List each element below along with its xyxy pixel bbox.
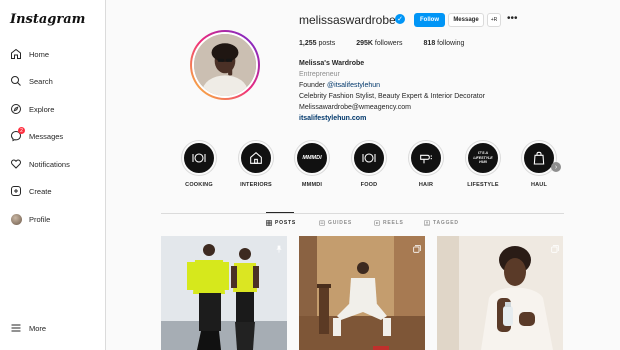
highlight-label: MMMDI bbox=[301, 182, 323, 188]
sidebar-item-create[interactable]: Create bbox=[10, 183, 52, 199]
sidebar-item-notifications[interactable]: Notifications bbox=[10, 156, 70, 172]
grid-icon bbox=[266, 220, 272, 226]
post-thumbnail[interactable] bbox=[161, 236, 287, 350]
sidebar-item-more[interactable]: More bbox=[10, 320, 46, 336]
followers-count[interactable]: 295K followers bbox=[356, 40, 402, 47]
tab-label: REELS bbox=[383, 220, 404, 226]
post-image-couple bbox=[161, 236, 287, 350]
profile-display-name: Melissa's Wardrobe bbox=[299, 60, 365, 67]
profile-username: melissaswardrobe bbox=[299, 13, 396, 27]
sidebar-item-search[interactable]: Search bbox=[10, 73, 53, 89]
tab-tagged[interactable]: TAGGED bbox=[424, 220, 459, 226]
sidebar-item-label: Messages bbox=[29, 131, 64, 141]
highlight-interiors[interactable]: INTERIORS bbox=[234, 141, 278, 188]
bio-line-email: Melissawardrobe@wmeagency.com bbox=[299, 104, 412, 111]
pin-icon bbox=[275, 240, 283, 253]
tab-label: POSTS bbox=[275, 220, 296, 226]
messenger-icon: 2 bbox=[10, 127, 25, 142]
tab-guides[interactable]: GUIDES bbox=[319, 220, 352, 226]
tab-divider bbox=[161, 213, 564, 214]
highlight-cooking[interactable]: COOKING bbox=[177, 141, 221, 188]
post-image-beauty bbox=[437, 236, 563, 350]
message-button[interactable]: Message bbox=[448, 13, 484, 27]
highlight-lifestyle[interactable]: IT'S A LIFESTYLE HUN LIFESTYLE bbox=[461, 141, 505, 188]
carousel-icon bbox=[413, 240, 421, 253]
tab-posts[interactable]: POSTS bbox=[266, 220, 296, 226]
hairdryer-icon bbox=[409, 141, 443, 175]
chevron-right-icon[interactable]: › bbox=[551, 162, 561, 172]
sidebar-item-label: Search bbox=[29, 76, 53, 86]
bio-line-founder: Founder @itsalifestylehun bbox=[299, 82, 381, 89]
sidebar-item-label: Create bbox=[29, 186, 52, 196]
heart-icon bbox=[10, 158, 22, 170]
tab-reels[interactable]: REELS bbox=[374, 220, 404, 226]
following-count[interactable]: 818 following bbox=[424, 40, 465, 47]
hamburger-icon bbox=[10, 322, 22, 334]
sidebar-item-label: More bbox=[29, 323, 47, 333]
tab-label: TAGGED bbox=[433, 220, 459, 226]
plus-square-icon bbox=[10, 185, 22, 197]
sidebar-item-home[interactable]: Home bbox=[10, 46, 49, 62]
sidebar-item-label: Explore bbox=[29, 104, 55, 114]
bio-mention-link[interactable]: @itsalifestylehun bbox=[327, 82, 380, 89]
text-mmmdi-icon: MMMDI bbox=[295, 141, 329, 175]
highlight-hair[interactable]: HAIR bbox=[404, 141, 448, 188]
shopping-bag-icon bbox=[522, 141, 556, 175]
highlight-label: COOKING bbox=[185, 182, 213, 188]
sidebar-item-label: Home bbox=[29, 49, 50, 59]
posts-count: 1,255 posts bbox=[299, 40, 336, 47]
sidebar: Instagram Home Search Explore 2 Messages… bbox=[0, 0, 106, 350]
tab-label: GUIDES bbox=[328, 220, 352, 226]
profile-stats: 1,255 posts 295K followers 818 following bbox=[299, 40, 485, 47]
avatar bbox=[10, 213, 22, 225]
highlight-label: INTERIORS bbox=[240, 182, 272, 188]
reels-icon bbox=[374, 220, 380, 226]
house-icon bbox=[239, 141, 273, 175]
text-lifestyle-icon: IT'S A LIFESTYLE HUN bbox=[466, 141, 500, 175]
follow-button[interactable]: Follow bbox=[414, 13, 445, 27]
post-image-seated-man bbox=[299, 236, 425, 350]
profile-website-link[interactable]: itsalifestylehun.com bbox=[299, 113, 485, 124]
highlight-label: HAIR bbox=[418, 182, 434, 188]
profile-category: Entrepreneur bbox=[299, 71, 340, 78]
guides-icon bbox=[319, 220, 325, 226]
sidebar-item-messages[interactable]: 2 Messages bbox=[10, 127, 64, 144]
home-icon bbox=[10, 48, 22, 60]
post-thumbnail[interactable] bbox=[299, 236, 425, 350]
profile-avatar bbox=[194, 34, 256, 96]
profile-bio: Melissa's Wardrobe Entrepreneur Founder … bbox=[299, 58, 485, 124]
compass-icon bbox=[10, 103, 22, 115]
sidebar-item-label: Profile bbox=[29, 214, 51, 224]
highlight-food[interactable]: FOOD bbox=[347, 141, 391, 188]
highlight-mmmdi[interactable]: MMMDI MMMDI bbox=[290, 141, 334, 188]
profile-avatar-story-ring[interactable] bbox=[190, 30, 260, 100]
instagram-logo[interactable]: Instagram bbox=[10, 12, 85, 27]
active-tab-indicator bbox=[266, 212, 294, 213]
sidebar-item-profile[interactable]: Profile bbox=[10, 211, 50, 227]
sidebar-item-label: Notifications bbox=[29, 159, 70, 169]
search-icon bbox=[10, 75, 22, 87]
carousel-icon bbox=[551, 240, 559, 253]
suggested-accounts-button[interactable]: +R bbox=[487, 13, 501, 27]
highlight-label: LIFESTYLE bbox=[467, 182, 499, 188]
sidebar-item-explore[interactable]: Explore bbox=[10, 101, 54, 117]
bio-line-description: Celebrity Fashion Stylist, Beauty Expert… bbox=[299, 93, 485, 100]
notification-badge: 2 bbox=[18, 127, 25, 134]
plate-icon bbox=[352, 141, 386, 175]
highlight-label: HAUL bbox=[530, 182, 548, 188]
more-options-icon[interactable]: ••• bbox=[507, 13, 518, 24]
highlight-label: FOOD bbox=[360, 182, 378, 188]
verified-badge-icon: ✓ bbox=[395, 14, 405, 24]
post-thumbnail[interactable] bbox=[437, 236, 563, 350]
tagged-icon bbox=[424, 220, 430, 226]
plate-icon bbox=[182, 141, 216, 175]
